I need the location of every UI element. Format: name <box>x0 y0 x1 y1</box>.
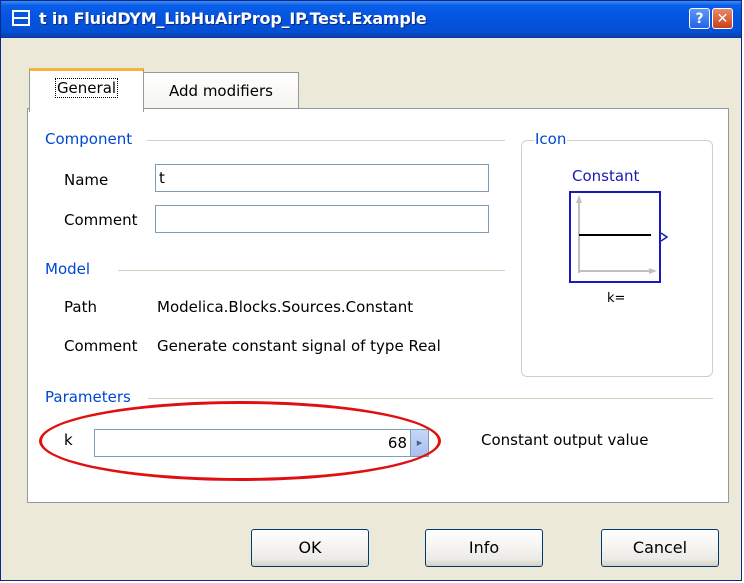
window-title: t in FluidDYM_LibHuAirProp_IP.Test.Examp… <box>39 9 427 28</box>
parameters-group-divider <box>148 398 713 399</box>
model-comment-value: Generate constant signal of type Real <box>157 337 441 355</box>
model-group-title: Model <box>44 260 92 278</box>
title-bar[interactable]: t in FluidDYM_LibHuAirProp_IP.Test.Examp… <box>1 1 741 38</box>
icon-block-title: Constant <box>572 167 640 185</box>
window-icon <box>12 10 30 26</box>
name-label: Name <box>64 171 109 189</box>
component-group-divider <box>147 140 505 141</box>
icon-group-title: Icon <box>534 130 568 148</box>
comment-input[interactable] <box>155 205 489 233</box>
icon-block-caption: k= <box>607 291 626 306</box>
tab-add-modifiers[interactable]: Add modifiers <box>143 72 299 110</box>
component-group-title: Component <box>44 130 134 148</box>
constant-block-icon <box>569 191 669 283</box>
parameter-k-description: Constant output value <box>481 431 649 449</box>
parameters-group-title: Parameters <box>44 388 132 406</box>
ok-button[interactable]: OK <box>251 529 369 567</box>
path-label: Path <box>64 298 97 316</box>
tab-general[interactable]: General <box>29 68 144 112</box>
cancel-button[interactable]: Cancel <box>601 529 719 567</box>
component-comment-label: Comment <box>64 211 138 229</box>
tab-add-modifiers-label: Add modifiers <box>169 82 273 100</box>
tab-general-label: General <box>54 78 119 98</box>
help-button[interactable]: ? <box>689 8 710 29</box>
info-button[interactable]: Info <box>425 529 543 567</box>
path-value: Modelica.Blocks.Sources.Constant <box>157 298 414 316</box>
model-comment-label: Comment <box>64 337 138 355</box>
close-button[interactable]: ✕ <box>712 8 733 29</box>
name-input[interactable]: t <box>155 164 489 192</box>
highlight-ellipse <box>39 401 441 481</box>
dialog-window: t in FluidDYM_LibHuAirProp_IP.Test.Examp… <box>0 0 742 581</box>
model-group-divider <box>118 270 505 271</box>
